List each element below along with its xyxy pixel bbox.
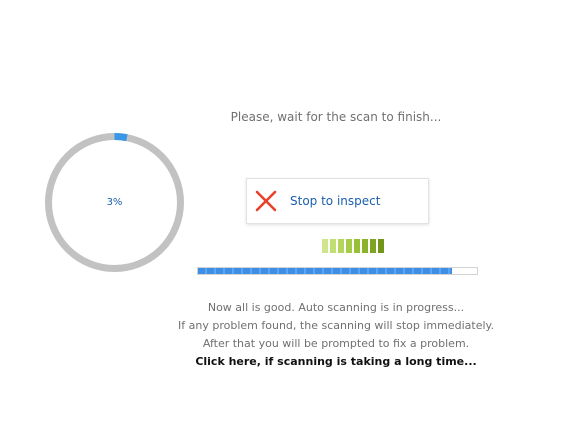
activity-segment-2 <box>330 239 336 253</box>
scan-progress-fill <box>198 268 452 274</box>
stop-to-inspect-button[interactable]: Stop to inspect <box>246 178 429 224</box>
activity-segment-1 <box>322 239 328 253</box>
close-x-icon <box>255 190 277 212</box>
scan-progress-bar <box>197 267 478 275</box>
wait-message: Please, wait for the scan to finish... <box>230 110 442 124</box>
status-line-3: After that you will be prompted to fix a… <box>202 337 470 350</box>
long-time-link[interactable]: Click here, if scanning is taking a long… <box>150 355 522 368</box>
stop-to-inspect-label: Stop to inspect <box>290 194 381 208</box>
status-line-2: If any problem found, the scanning will … <box>178 319 494 332</box>
activity-segment-4 <box>346 239 352 253</box>
activity-segment-5 <box>354 239 360 253</box>
activity-indicator <box>322 239 384 253</box>
status-line-1: Now all is good. Auto scanning is in pro… <box>207 301 465 314</box>
activity-segment-3 <box>338 239 344 253</box>
activity-segment-7 <box>370 239 376 253</box>
scan-progress-ring: 3% <box>43 131 186 274</box>
activity-segment-8 <box>378 239 384 253</box>
progress-percent-label: 3% <box>106 197 123 208</box>
activity-segment-6 <box>362 239 368 253</box>
